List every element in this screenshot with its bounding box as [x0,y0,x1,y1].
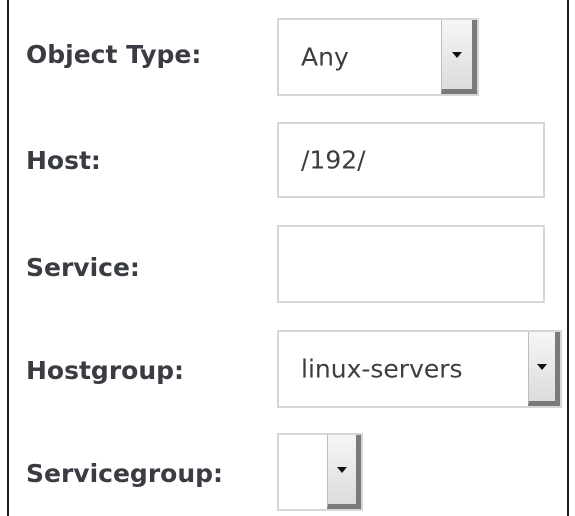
object-type-dropdown-button[interactable] [441,20,477,94]
host-label: Host: [26,146,101,175]
service-label: Service: [26,253,140,282]
servicegroup-label: Servicegroup: [26,459,224,488]
object-type-label: Object Type: [26,40,202,69]
host-input-value: /192/ [301,145,366,175]
chevron-down-icon [537,363,547,370]
servicegroup-dropdown-button[interactable] [327,435,361,509]
chevron-down-icon [337,466,347,473]
object-type-value: Any [301,42,349,72]
hostgroup-value: linux-servers [301,354,463,384]
chevron-down-icon [452,51,462,58]
service-input[interactable] [277,225,545,303]
object-type-select[interactable]: Any [277,18,479,96]
filter-panel: Object Type: Any Host: /192/ Service: Ho… [7,0,569,516]
host-input[interactable]: /192/ [277,122,545,198]
hostgroup-select[interactable]: linux-servers [277,330,562,408]
hostgroup-dropdown-button[interactable] [528,332,560,406]
servicegroup-select[interactable] [277,433,363,511]
hostgroup-label: Hostgroup: [26,356,185,385]
